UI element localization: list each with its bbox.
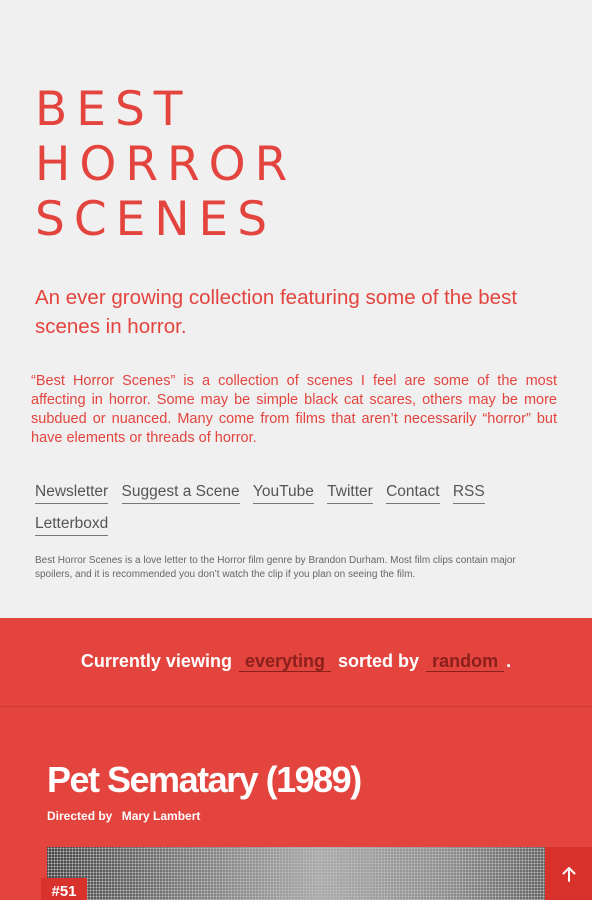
site-title-line-1: BEST bbox=[35, 82, 192, 137]
video-thumbnail[interactable] bbox=[47, 847, 545, 900]
nav-youtube-link[interactable]: YouTube bbox=[252, 482, 314, 504]
directed-by-label: Directed by bbox=[47, 809, 113, 823]
nav-contact-link[interactable]: Contact bbox=[386, 482, 440, 504]
category-select[interactable]: everyting bbox=[238, 651, 331, 672]
tagline: An ever growing collection featuring som… bbox=[35, 286, 518, 338]
sort-select[interactable]: random bbox=[426, 651, 505, 672]
nav-suggest-scene-link[interactable]: Suggest a Scene bbox=[121, 482, 240, 504]
disclaimer-text: Best Horror Scenes is a love letter to t… bbox=[35, 555, 516, 580]
site-title-line-3: SCENES bbox=[35, 192, 277, 247]
director-line: Directed by Mary Lambert bbox=[47, 809, 200, 823]
director-name[interactable]: Mary Lambert bbox=[122, 809, 201, 823]
nav-newsletter-link[interactable]: Newsletter bbox=[35, 482, 109, 504]
scene-card: Pet Sematary (1989) Directed by Mary Lam… bbox=[0, 707, 592, 900]
filter-suffix: . bbox=[506, 651, 512, 671]
nav-rss-link[interactable]: RSS bbox=[452, 482, 485, 504]
site-title[interactable]: BEST HORROR SCENES bbox=[35, 82, 455, 247]
filter-bar: Currently viewing everyting sorted by ra… bbox=[0, 618, 592, 707]
intro-section: BEST HORROR SCENES An ever growing colle… bbox=[0, 0, 592, 618]
nav-letterboxd-link[interactable]: Letterboxd bbox=[35, 514, 109, 536]
site-title-line-2: HORROR bbox=[35, 137, 297, 192]
back-to-top-button[interactable] bbox=[545, 847, 592, 900]
filter-prefix: Currently viewing bbox=[80, 651, 232, 671]
nav-twitter-link[interactable]: Twitter bbox=[327, 482, 373, 504]
arrow-up-icon bbox=[562, 866, 575, 882]
site-description: “Best Horror Scenes” is a collection of … bbox=[31, 373, 557, 446]
site-nav: Newsletter Suggest a Scene YouTube Twitt… bbox=[35, 478, 555, 542]
scene-number-badge: #51 bbox=[41, 878, 87, 900]
filter-middle: sorted by bbox=[338, 651, 420, 671]
film-title[interactable]: Pet Sematary (1989) bbox=[47, 759, 362, 801]
